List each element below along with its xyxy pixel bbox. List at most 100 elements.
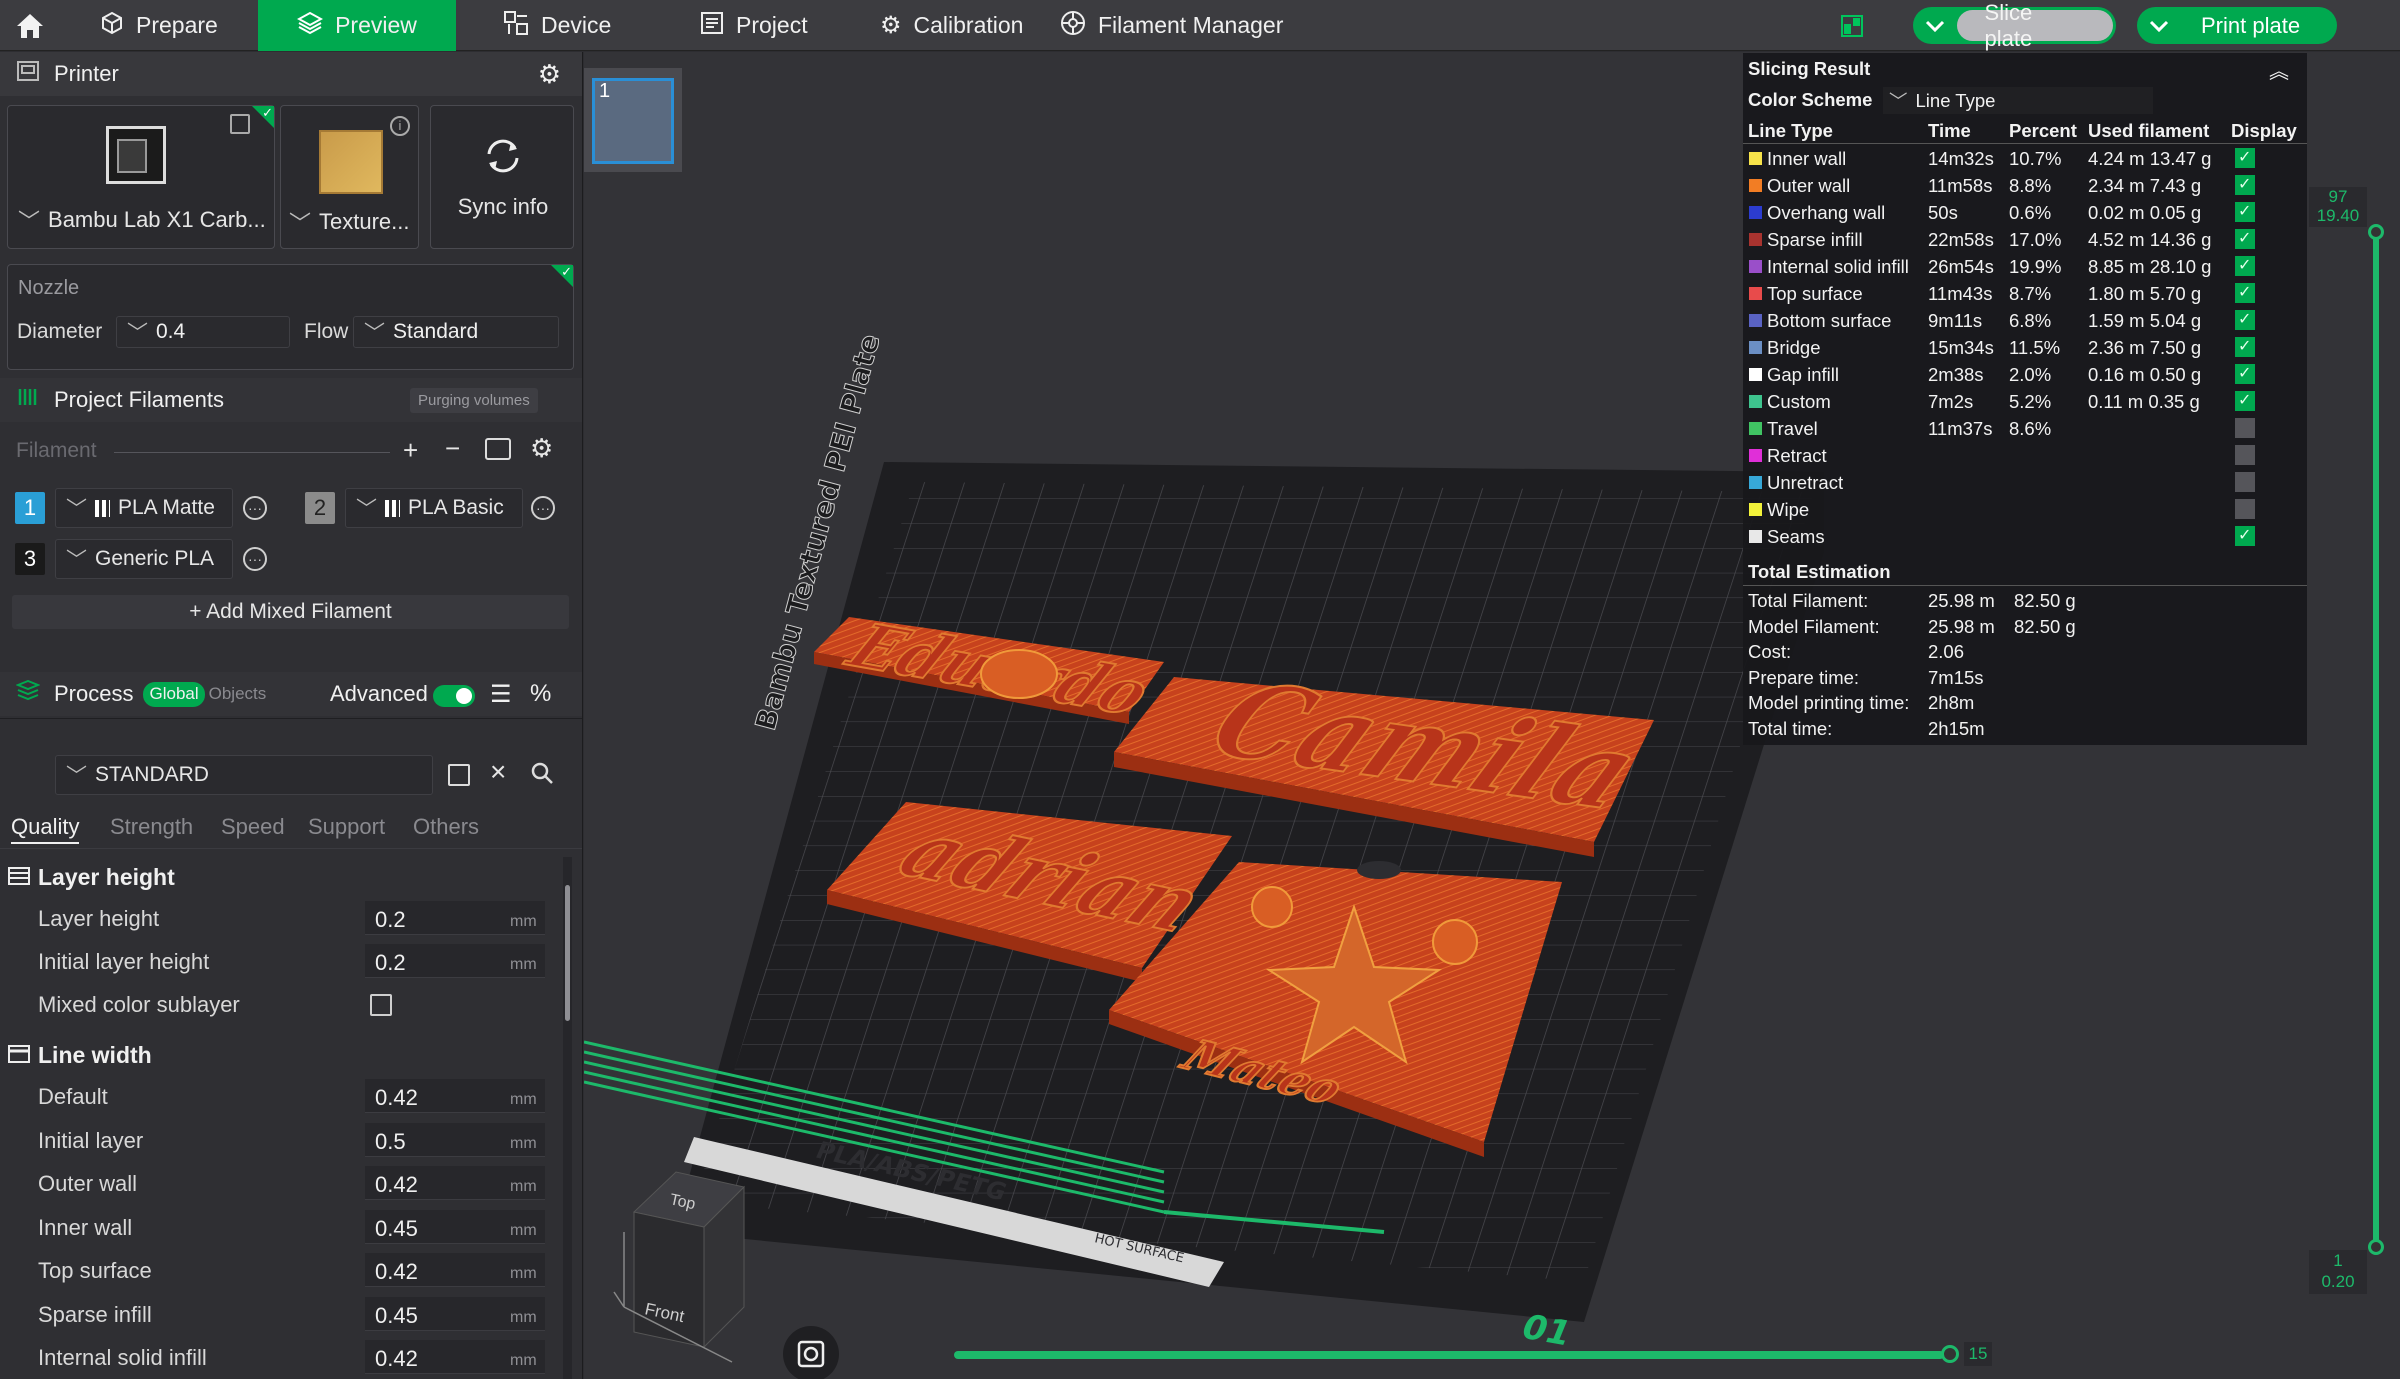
display-checkbox[interactable]: [2235, 336, 2255, 357]
printer-settings-icon[interactable]: ⚙: [538, 59, 561, 90]
print-plate-button[interactable]: Print plate: [2137, 7, 2337, 44]
edit-icon[interactable]: [230, 114, 250, 134]
compare-icon[interactable]: %: [530, 680, 551, 708]
remove-filament-icon[interactable]: −: [445, 433, 460, 464]
filament-select-1[interactable]: ﹀ PLA Matte: [55, 488, 233, 528]
display-checkbox[interactable]: [2235, 228, 2255, 249]
color-swatch: [1749, 179, 1762, 192]
global-toggle[interactable]: Global: [143, 681, 205, 707]
view-cube[interactable]: Top Front: [613, 1171, 745, 1363]
line-type-percent: 6.8%: [2009, 310, 2052, 331]
add-mixed-filament-button[interactable]: + Add Mixed Filament: [12, 595, 569, 629]
display-checkbox[interactable]: [2235, 525, 2255, 546]
display-checkbox[interactable]: [2235, 499, 2255, 519]
tab-support[interactable]: Support: [308, 814, 385, 840]
flow-select[interactable]: ﹀ Standard: [353, 316, 559, 348]
objects-toggle[interactable]: Objects: [209, 684, 267, 704]
sync-info-button[interactable]: Sync info: [430, 105, 574, 249]
slicing-title: Slicing Result: [1748, 58, 1871, 79]
line-type-row: Overhang wall 50s 0.6% 0.02 m 0.05 g: [1743, 199, 2307, 226]
display-checkbox[interactable]: [2235, 282, 2255, 303]
printer-image: [106, 126, 166, 184]
tab-others[interactable]: Others: [413, 814, 479, 840]
collapse-icon[interactable]: ︽: [2269, 55, 2289, 84]
display-checkbox[interactable]: [2235, 390, 2255, 411]
display-checkbox[interactable]: [2235, 201, 2255, 222]
color-scheme-select[interactable]: ﹀ Line Type: [1883, 87, 2153, 114]
line-type-percent: 0.6%: [2009, 202, 2052, 223]
move-slider-track[interactable]: [954, 1351, 1944, 1359]
tab-filament-manager[interactable]: Filament Manager: [1060, 0, 1283, 51]
color-swatch: [1749, 260, 1762, 273]
move-slider-handle[interactable]: [1941, 1345, 1959, 1363]
purging-volumes-button[interactable]: Purging volumes: [410, 388, 538, 413]
display-checkbox[interactable]: [2235, 363, 2255, 384]
tab-quality[interactable]: Quality: [11, 814, 80, 844]
col-header: Percent: [2009, 120, 2077, 141]
filament-icon: [1060, 10, 1086, 42]
tab-strength[interactable]: Strength: [110, 814, 193, 840]
display-checkbox[interactable]: [2235, 174, 2255, 195]
col-header: Used filament: [2088, 120, 2210, 141]
unit-label: mm: [510, 1308, 537, 1326]
list-icon[interactable]: ☰: [490, 680, 512, 709]
chevron-down-icon[interactable]: [2137, 7, 2181, 44]
color-swatch: [1749, 449, 1762, 462]
layer-slider-track[interactable]: [2373, 230, 2379, 1245]
plate-card[interactable]: i ﹀ Texture...: [280, 105, 419, 249]
tab-speed[interactable]: Speed: [221, 814, 285, 840]
slice-plate-button[interactable]: Slice plate: [1913, 0, 2116, 51]
preset-select[interactable]: ﹀ STANDARD: [55, 755, 433, 795]
display-checkbox[interactable]: [2235, 309, 2255, 330]
process-section-header: Process Global Objects Advanced ☰ %: [0, 672, 582, 716]
plate-thumbnail[interactable]: 1: [584, 68, 682, 172]
info-icon[interactable]: i: [390, 116, 410, 136]
screenshot-button[interactable]: [783, 1326, 839, 1379]
tab-device[interactable]: Device: [503, 0, 611, 51]
row-label: Sparse infill: [38, 1301, 152, 1327]
tab-project[interactable]: Project: [700, 0, 808, 51]
filament-settings-icon[interactable]: ⚙: [530, 433, 553, 464]
display-checkbox[interactable]: [2235, 255, 2255, 276]
line-type-used: 1.59 m 5.04 g: [2088, 310, 2202, 331]
search-icon[interactable]: [530, 761, 554, 790]
color-scheme-label: Color Scheme: [1748, 89, 1873, 110]
display-checkbox[interactable]: [2235, 147, 2255, 168]
tab-label: Calibration: [913, 12, 1024, 38]
sidebar-scrollbar[interactable]: [563, 857, 572, 1379]
home-icon[interactable]: [10, 0, 50, 51]
layer-slider-top-handle[interactable]: [2368, 224, 2384, 240]
line-type-header: Line Type Time Percent Used filament Dis…: [1743, 117, 2307, 144]
filament-select-3[interactable]: ﹀ Generic PLA: [55, 539, 233, 579]
printer-card[interactable]: ﹀ Bambu Lab X1 Carb...: [7, 105, 275, 249]
divider: [114, 452, 390, 453]
display-checkbox[interactable]: [2235, 472, 2255, 492]
more-icon[interactable]: ···: [531, 496, 555, 520]
row-label: Inner wall: [38, 1214, 133, 1240]
line-type-percent: 17.0%: [2009, 229, 2062, 250]
tab-prepare[interactable]: Prepare: [100, 0, 218, 51]
layer-top-num: 97: [2328, 187, 2348, 206]
filament-sync-icon[interactable]: [485, 438, 511, 460]
more-icon[interactable]: ···: [243, 496, 267, 520]
chevron-down-icon: ﹀: [66, 498, 87, 521]
diameter-select[interactable]: ﹀ 0.4: [116, 316, 290, 348]
advanced-switch[interactable]: [433, 685, 475, 707]
tab-preview[interactable]: Preview: [258, 0, 456, 51]
display-checkbox[interactable]: [2235, 445, 2255, 465]
col-header: Line Type: [1748, 120, 1833, 141]
group-title: Layer height: [38, 864, 175, 890]
filament-select-2[interactable]: ﹀ PLA Basic: [345, 488, 523, 528]
close-icon[interactable]: ×: [490, 756, 506, 788]
estimation-value: 2.06: [1928, 641, 1965, 662]
tab-calibration[interactable]: ⚙ Calibration: [880, 0, 1023, 51]
scrollbar-thumb[interactable]: [565, 885, 570, 1021]
mixed-color-checkbox[interactable]: [370, 994, 392, 1016]
chevron-down-icon[interactable]: [1913, 7, 1957, 44]
layout-icon[interactable]: [1840, 0, 1864, 51]
add-filament-icon[interactable]: +: [403, 435, 418, 466]
more-icon[interactable]: ···: [243, 547, 267, 571]
layer-slider-bottom-handle[interactable]: [2368, 1239, 2384, 1255]
display-checkbox[interactable]: [2235, 418, 2255, 438]
save-icon[interactable]: [448, 764, 470, 786]
